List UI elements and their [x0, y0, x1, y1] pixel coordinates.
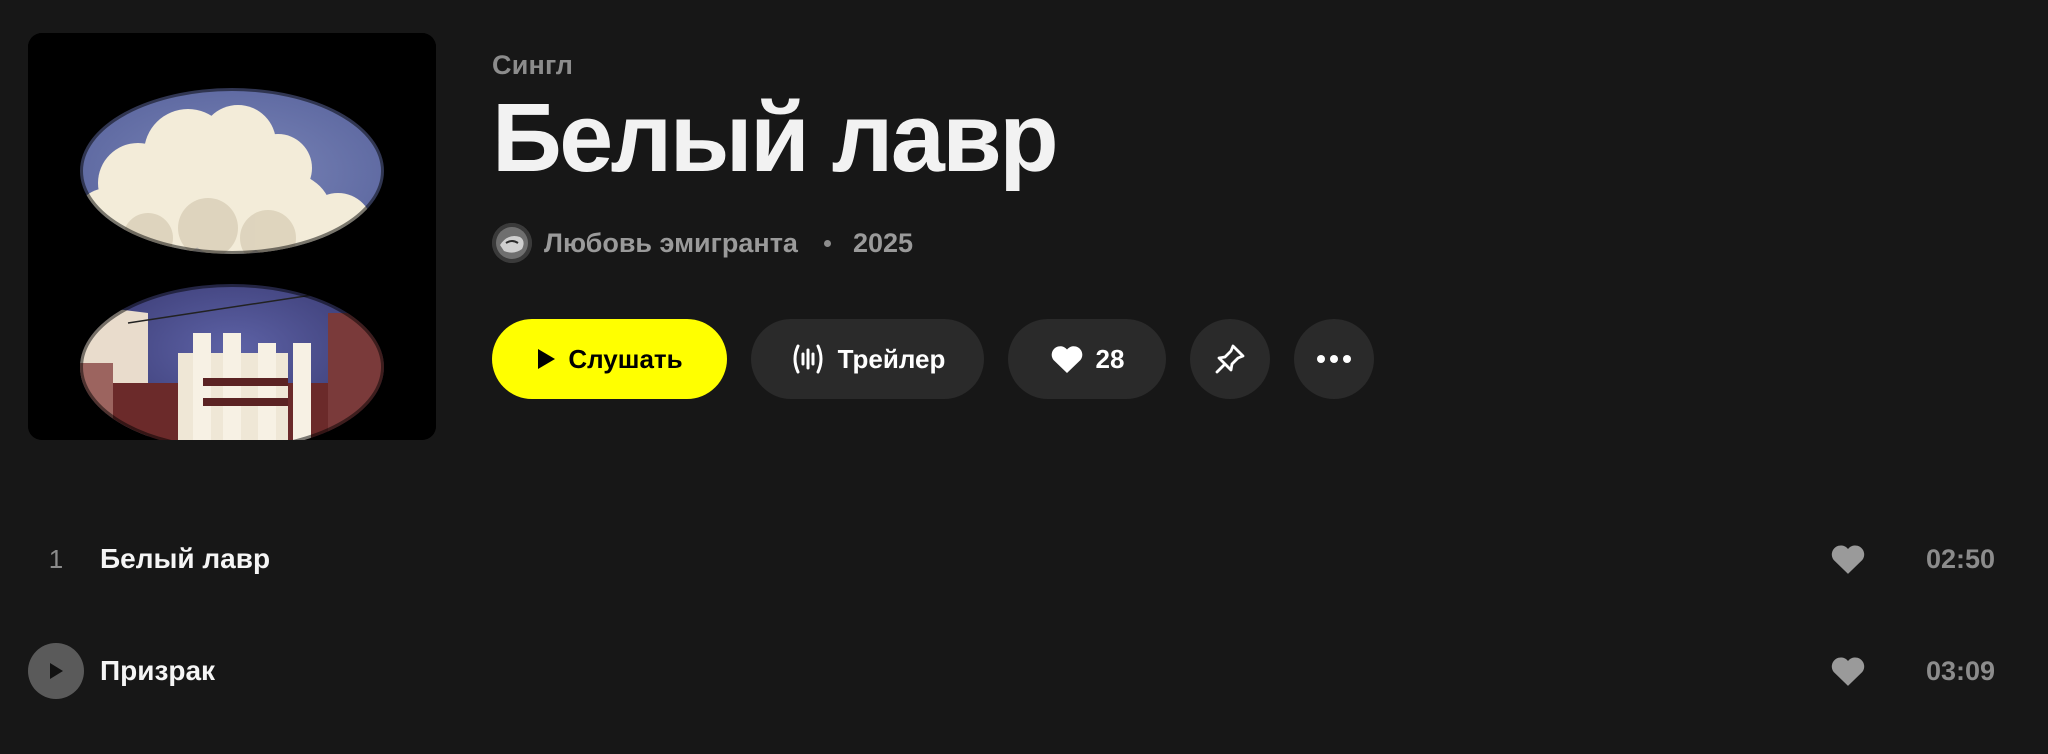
- pin-icon: [1213, 342, 1247, 376]
- track-duration: 02:50: [1926, 543, 1996, 574]
- likes-count: 28: [1095, 343, 1125, 374]
- heart-icon[interactable]: [1828, 651, 1868, 691]
- track-row[interactable]: 1 Белый лавр 02:50: [0, 503, 2048, 615]
- like-button[interactable]: 28: [1008, 319, 1166, 399]
- play-button-label: Слушать: [568, 343, 683, 374]
- track-row[interactable]: Призрак 03:09: [0, 615, 2048, 727]
- artist-link[interactable]: Любовь эмигранта: [544, 228, 798, 259]
- release-meta: Любовь эмигранта 2025: [492, 223, 1056, 263]
- pin-button[interactable]: [1190, 319, 1270, 399]
- release-type-label: Сингл: [492, 50, 574, 80]
- track-number: 1: [48, 543, 64, 574]
- play-icon: [50, 663, 63, 679]
- play-icon: [536, 348, 556, 370]
- track-duration: 03:09: [1926, 655, 1996, 686]
- track-list: 1 Белый лавр 02:50 Призрак 03:09: [0, 503, 2048, 727]
- trailer-button[interactable]: Трейлер: [751, 319, 984, 399]
- more-icon: [1316, 354, 1352, 364]
- cover-art[interactable]: [28, 33, 436, 440]
- soundwave-icon: [790, 341, 826, 377]
- track-title[interactable]: Белый лавр: [100, 543, 270, 575]
- trailer-button-label: Трейлер: [837, 343, 946, 374]
- heart-icon[interactable]: [1828, 539, 1868, 579]
- release-title: Белый лавр: [492, 83, 1059, 192]
- track-play-button[interactable]: [28, 643, 84, 699]
- artist-avatar[interactable]: [492, 223, 532, 263]
- action-bar: Слушать Трейлер 28: [492, 319, 1374, 399]
- release-year: 2025: [852, 227, 914, 258]
- track-title[interactable]: Призрак: [100, 655, 215, 687]
- release-info: Сингл Белый лавр Любовь эмигранта 2025: [492, 50, 1059, 263]
- heart-icon: [1050, 344, 1084, 374]
- more-button[interactable]: [1294, 319, 1374, 399]
- separator-dot: [823, 239, 831, 247]
- play-button[interactable]: Слушать: [492, 319, 727, 399]
